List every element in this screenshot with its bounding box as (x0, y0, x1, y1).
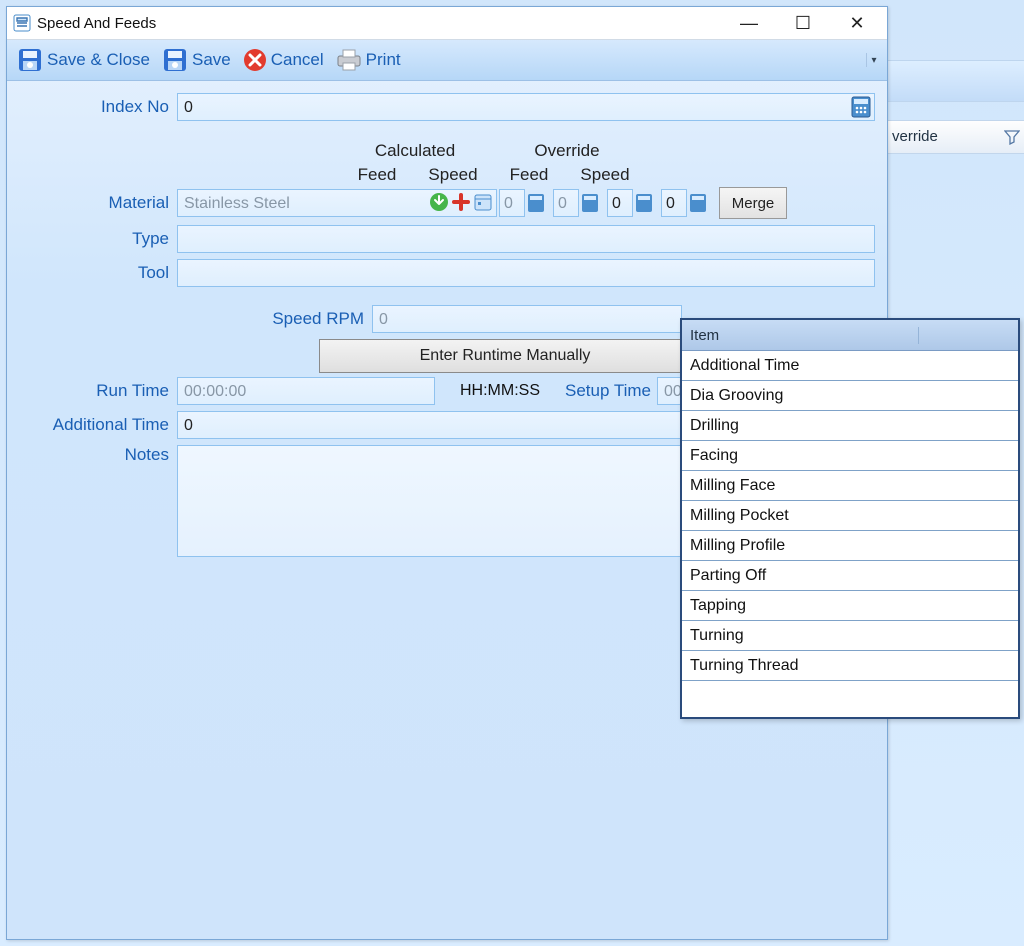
background-toolbar (880, 60, 1024, 102)
toolbar-overflow[interactable]: ▾ (866, 53, 881, 67)
bg-header-col: verride (892, 121, 938, 153)
dropdown-item[interactable]: Milling Profile (682, 531, 1018, 561)
notes-label: Notes (19, 445, 177, 465)
material-label: Material (19, 193, 177, 213)
run-time-label: Run Time (19, 381, 177, 401)
enter-runtime-button[interactable]: Enter Runtime Manually (319, 339, 691, 373)
calculator-icon[interactable] (581, 193, 599, 213)
cancel-button[interactable]: Cancel (239, 46, 328, 74)
dropdown-item[interactable]: Milling Pocket (682, 501, 1018, 531)
dropdown-blank-row (682, 681, 1018, 717)
minimize-button[interactable]: — (731, 14, 767, 32)
save-and-close-button[interactable]: Save & Close (13, 45, 154, 75)
dropdown-item[interactable]: Facing (682, 441, 1018, 471)
type-label: Type (19, 229, 177, 249)
tool-label: Tool (19, 263, 177, 283)
printer-icon (336, 49, 362, 71)
header-calc-feed: Feed (339, 165, 415, 185)
floppy-icon (162, 47, 188, 73)
close-button[interactable]: ✕ (839, 14, 875, 32)
dropdown-item[interactable]: Turning Thread (682, 651, 1018, 681)
dropdown-header: Item (682, 320, 1018, 351)
header-over-speed: Speed (567, 165, 643, 185)
window-controls: — ☐ ✕ (731, 14, 875, 32)
merge-button[interactable]: Merge (719, 187, 787, 219)
dropdown-item[interactable]: Additional Time (682, 351, 1018, 381)
header-calculated: Calculated (339, 141, 491, 161)
save-button[interactable]: Save (158, 45, 235, 75)
background-grid-header: verride (880, 120, 1024, 154)
header-override: Override (491, 141, 643, 161)
print-label: Print (366, 50, 401, 70)
over-speed-field[interactable]: 0 (661, 189, 687, 217)
calculator-icon[interactable] (689, 193, 707, 213)
dropdown-header-item[interactable]: Item (682, 327, 919, 344)
tool-field[interactable] (177, 259, 875, 287)
dropdown-item[interactable]: Parting Off (682, 561, 1018, 591)
index-no-label: Index No (19, 97, 177, 117)
maximize-button[interactable]: ☐ (785, 14, 821, 32)
arrow-down-icon[interactable] (429, 192, 449, 212)
header-over-feed: Feed (491, 165, 567, 185)
dropdown-item[interactable]: Milling Face (682, 471, 1018, 501)
save-label: Save (192, 50, 231, 70)
dropdown-list: Additional TimeDia GroovingDrillingFacin… (682, 351, 1018, 717)
speed-rpm-field[interactable]: 0 (372, 305, 682, 333)
app-icon (13, 14, 31, 32)
calculator-icon[interactable] (851, 96, 871, 118)
index-no-field[interactable]: 0 (177, 93, 875, 121)
cancel-label: Cancel (271, 50, 324, 70)
type-field[interactable] (177, 225, 875, 253)
calculator-icon[interactable] (635, 193, 653, 213)
cancel-icon (243, 48, 267, 72)
floppy-icon (17, 47, 43, 73)
print-button[interactable]: Print (332, 47, 405, 73)
window-title: Speed And Feeds (37, 15, 731, 32)
over-feed-field[interactable]: 0 (607, 189, 633, 217)
title-bar: Speed And Feeds — ☐ ✕ (7, 7, 887, 40)
dropdown-item[interactable]: Tapping (682, 591, 1018, 621)
type-dropdown: Item Additional TimeDia GroovingDrilling… (680, 318, 1020, 719)
toolbar: Save & Close Save Cancel Print ▾ (7, 40, 887, 81)
filter-icon[interactable] (1004, 129, 1020, 145)
dropdown-item[interactable]: Turning (682, 621, 1018, 651)
plus-icon[interactable] (451, 192, 471, 212)
run-time-field[interactable]: 00:00:00 (177, 377, 435, 405)
calculator-icon[interactable] (527, 193, 545, 213)
additional-time-label: Additional Time (19, 415, 177, 435)
dropdown-item[interactable]: Drilling (682, 411, 1018, 441)
calendar-icon[interactable] (473, 192, 493, 212)
time-format-hint: HH:MM:SS (435, 382, 565, 400)
dropdown-item[interactable]: Dia Grooving (682, 381, 1018, 411)
header-calc-speed: Speed (415, 165, 491, 185)
calc-feed-field[interactable]: 0 (499, 189, 525, 217)
speed-rpm-label: Speed RPM (19, 309, 372, 329)
save-and-close-label: Save & Close (47, 50, 150, 70)
setup-time-label: Setup Time (565, 381, 651, 401)
calc-speed-field[interactable]: 0 (553, 189, 579, 217)
